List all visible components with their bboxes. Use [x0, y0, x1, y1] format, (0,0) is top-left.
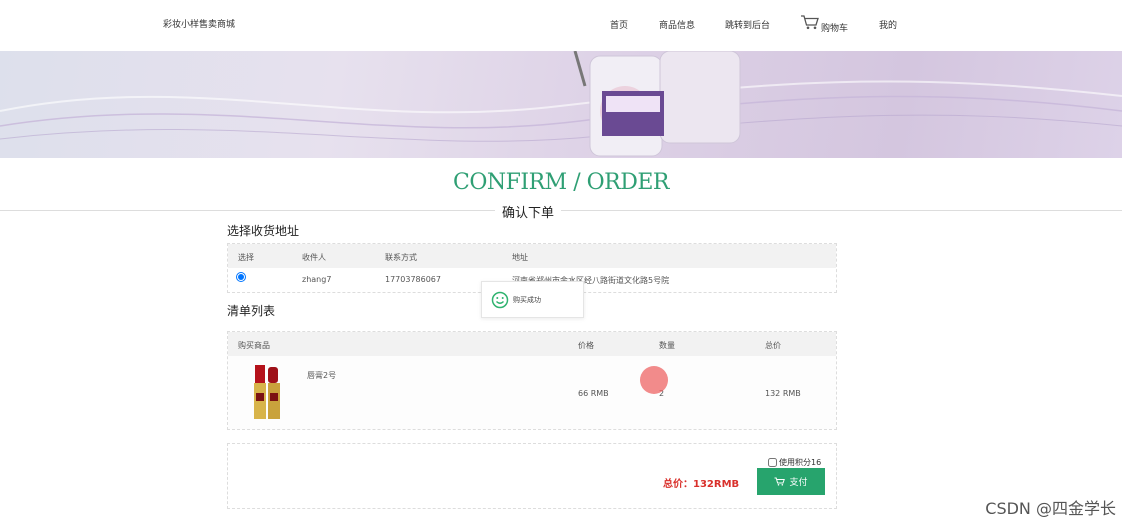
click-indicator [640, 366, 668, 394]
watermark: CSDN @四金学长 [985, 499, 1116, 518]
nav-admin[interactable]: 跳转到后台 [725, 18, 770, 31]
page-title-en: CONFIRM / ORDER [453, 170, 669, 195]
col-price: 价格 [578, 341, 594, 350]
banner-image [0, 51, 1122, 158]
address-radio[interactable] [236, 272, 246, 282]
site-logo[interactable]: 彩妆小样售卖商城 [163, 17, 235, 30]
recipient-cell: zhang7 [302, 275, 332, 284]
col-select: 选择 [238, 253, 254, 262]
pay-label: 支付 [789, 477, 808, 487]
total-label: 总价： [663, 479, 693, 490]
col-total: 总价 [765, 341, 781, 350]
nav-mine[interactable]: 我的 [879, 18, 897, 31]
address-section-title: 选择收货地址 [227, 224, 300, 238]
col-qty: 数量 [659, 341, 675, 350]
items-table: 购买商品 价格 数量 总价 唇膏2号 66 RMB 2 132 RMB [227, 331, 837, 430]
pay-button[interactable]: 支付 [757, 468, 825, 495]
items-table-header: 购买商品 价格 数量 总价 [228, 332, 836, 356]
smile-icon [491, 291, 509, 309]
points-option[interactable]: 使用积分16 [768, 457, 821, 468]
phone-cell: 17703786067 [385, 275, 441, 284]
order-summary [227, 443, 837, 509]
page-title-cn: 确认下单 [495, 202, 562, 221]
col-phone: 联系方式 [385, 253, 417, 262]
col-product: 购买商品 [238, 341, 270, 350]
address-table-header: 选择 收件人 联系方式 地址 [228, 244, 836, 268]
total-cell: 132 RMB [765, 389, 801, 398]
nav-products[interactable]: 商品信息 [659, 18, 695, 31]
use-points-checkbox[interactable] [768, 458, 777, 467]
total-value: 132RMB [693, 479, 740, 490]
top-header: 彩妆小样售卖商城 首页 商品信息 跳转到后台 购物车 我的 [0, 0, 1122, 50]
cart-icon[interactable] [800, 14, 820, 34]
col-recipient: 收件人 [302, 253, 326, 262]
nav-cart[interactable]: 购物车 [821, 21, 848, 34]
table-row: 唇膏2号 66 RMB 2 132 RMB [228, 356, 836, 429]
col-address: 地址 [512, 253, 528, 262]
total-price: 总价：132RMB [663, 475, 739, 490]
cart-icon [774, 477, 786, 486]
product-image[interactable] [254, 365, 288, 421]
points-label: 使用积分16 [779, 458, 822, 467]
success-toast: 购买成功 [481, 281, 584, 318]
items-section-title: 清单列表 [227, 304, 276, 318]
nav-home[interactable]: 首页 [610, 18, 628, 31]
product-name[interactable]: 唇膏2号 [307, 370, 336, 381]
price-cell: 66 RMB [578, 389, 609, 398]
toast-text: 购买成功 [513, 296, 541, 304]
